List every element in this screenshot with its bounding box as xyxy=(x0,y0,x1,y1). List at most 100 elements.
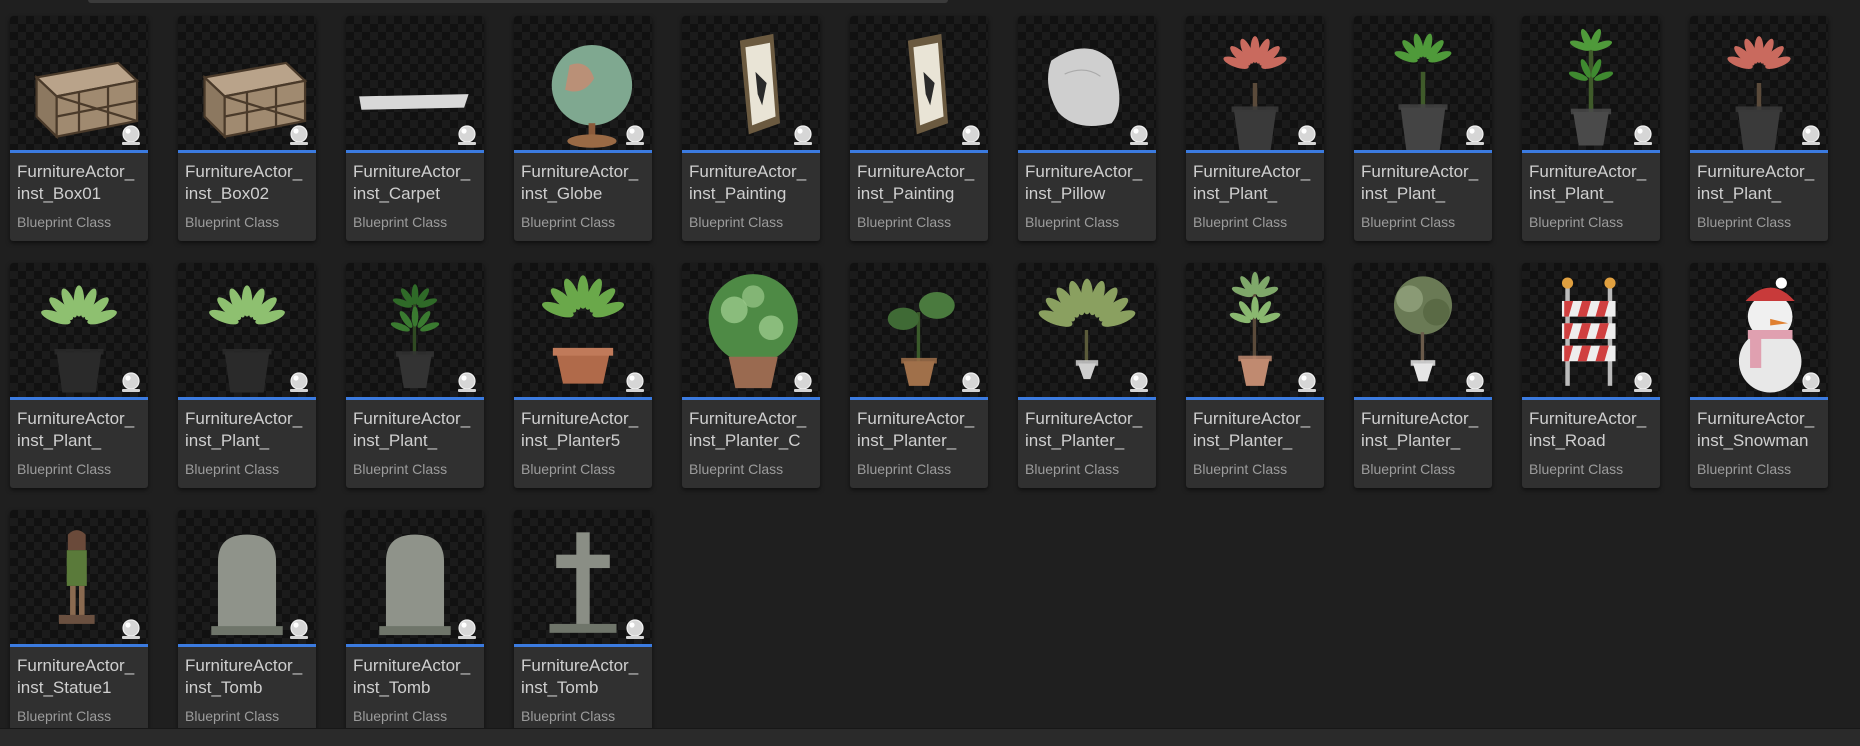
asset-name: FurnitureActor_ inst_Planter_C xyxy=(689,409,807,450)
status-bar xyxy=(0,728,1860,746)
asset-type-label: Blueprint Class xyxy=(1529,214,1624,230)
asset-name: FurnitureActor_ inst_Tomb xyxy=(185,656,303,697)
asset-tile[interactable]: FurnitureActor_ inst_Statue1 Blueprint C… xyxy=(10,510,148,735)
asset-name: FurnitureActor_ inst_Statue1 xyxy=(17,656,135,697)
asset-thumbnail xyxy=(1018,16,1156,150)
asset-type-label: Blueprint Class xyxy=(1025,214,1120,230)
asset-name: FurnitureActor_ inst_Globe xyxy=(521,162,639,203)
asset-thumbnail xyxy=(682,16,820,150)
asset-tile[interactable]: FurnitureActor_ inst_Tomb Blueprint Clas… xyxy=(346,510,484,735)
asset-tile[interactable]: FurnitureActor_ inst_Box01 Blueprint Cla… xyxy=(10,16,148,241)
blueprint-class-icon xyxy=(1298,125,1316,145)
asset-type-label: Blueprint Class xyxy=(857,214,952,230)
asset-thumbnail xyxy=(178,263,316,397)
asset-type-label: Blueprint Class xyxy=(1697,461,1792,477)
asset-name: FurnitureActor_ inst_Plant_ xyxy=(17,409,135,450)
asset-type-label: Blueprint Class xyxy=(185,461,280,477)
asset-thumbnail xyxy=(10,16,148,150)
asset-thumbnail xyxy=(514,263,652,397)
asset-name: FurnitureActor_ inst_Snowman xyxy=(1697,409,1815,450)
asset-tile[interactable]: FurnitureActor_ inst_Tomb Blueprint Clas… xyxy=(178,510,316,735)
asset-type-label: Blueprint Class xyxy=(17,461,112,477)
asset-type-label: Blueprint Class xyxy=(353,461,448,477)
asset-thumbnail xyxy=(1186,263,1324,397)
asset-tile[interactable]: FurnitureActor_ inst_Plant_ Blueprint Cl… xyxy=(178,263,316,488)
blueprint-class-icon xyxy=(122,372,140,392)
asset-name: FurnitureActor_ inst_Planter_ xyxy=(857,409,975,450)
asset-name: FurnitureActor_ inst_Plant_ xyxy=(1361,162,1479,203)
asset-name: FurnitureActor_ inst_Box01 xyxy=(17,162,135,203)
blueprint-class-icon xyxy=(290,619,308,639)
asset-type-label: Blueprint Class xyxy=(1193,214,1288,230)
asset-tile[interactable]: FurnitureActor_ inst_Planter_ Blueprint … xyxy=(1354,263,1492,488)
asset-name: FurnitureActor_ inst_Plant_ xyxy=(1529,162,1647,203)
asset-name: FurnitureActor_ inst_Planter5 xyxy=(521,409,639,450)
blueprint-class-icon xyxy=(122,619,140,639)
asset-tile[interactable]: FurnitureActor_ inst_Snowman Blueprint C… xyxy=(1690,263,1828,488)
asset-type-label: Blueprint Class xyxy=(185,214,280,230)
asset-thumbnail xyxy=(178,510,316,644)
asset-name: FurnitureActor_ inst_Pillow xyxy=(1025,162,1143,203)
asset-tile[interactable]: FurnitureActor_ inst_Plant_ Blueprint Cl… xyxy=(1690,16,1828,241)
blueprint-class-icon xyxy=(962,372,980,392)
asset-name: FurnitureActor_ inst_Tomb xyxy=(353,656,471,697)
asset-tile[interactable]: FurnitureActor_ inst_Painting Blueprint … xyxy=(682,16,820,241)
asset-name: FurnitureActor_ inst_Road xyxy=(1529,409,1647,450)
asset-type-label: Blueprint Class xyxy=(1529,461,1624,477)
asset-tile[interactable]: FurnitureActor_ inst_Globe Blueprint Cla… xyxy=(514,16,652,241)
asset-tile[interactable]: FurnitureActor_ inst_Plant_ Blueprint Cl… xyxy=(1354,16,1492,241)
asset-thumbnail xyxy=(1522,263,1660,397)
blueprint-class-icon xyxy=(122,125,140,145)
asset-tile[interactable]: FurnitureActor_ inst_Plant_ Blueprint Cl… xyxy=(10,263,148,488)
asset-thumbnail xyxy=(1690,263,1828,397)
asset-tile[interactable]: FurnitureActor_ inst_Pillow Blueprint Cl… xyxy=(1018,16,1156,241)
asset-type-label: Blueprint Class xyxy=(521,461,616,477)
blueprint-class-icon xyxy=(626,619,644,639)
asset-tile[interactable]: FurnitureActor_ inst_Planter_ Blueprint … xyxy=(1018,263,1156,488)
asset-type-label: Blueprint Class xyxy=(689,461,784,477)
asset-type-label: Blueprint Class xyxy=(1193,461,1288,477)
asset-thumbnail xyxy=(682,263,820,397)
blueprint-class-icon xyxy=(626,372,644,392)
asset-type-label: Blueprint Class xyxy=(1025,461,1120,477)
asset-tile[interactable]: FurnitureActor_ inst_Plant_ Blueprint Cl… xyxy=(346,263,484,488)
asset-tile[interactable]: FurnitureActor_ inst_Plant_ Blueprint Cl… xyxy=(1522,16,1660,241)
blueprint-class-icon xyxy=(626,125,644,145)
asset-tile[interactable]: FurnitureActor_ inst_Planter_ Blueprint … xyxy=(850,263,988,488)
asset-thumbnail xyxy=(1018,263,1156,397)
asset-type-label: Blueprint Class xyxy=(185,708,280,724)
asset-type-label: Blueprint Class xyxy=(1361,461,1456,477)
asset-thumbnail xyxy=(850,16,988,150)
blueprint-class-icon xyxy=(1802,125,1820,145)
asset-tile[interactable]: FurnitureActor_ inst_Painting Blueprint … xyxy=(850,16,988,241)
asset-thumbnail xyxy=(850,263,988,397)
asset-tile[interactable]: FurnitureActor_ inst_Planter_C Blueprint… xyxy=(682,263,820,488)
blueprint-class-icon xyxy=(1130,372,1148,392)
asset-name: FurnitureActor_ inst_Box02 xyxy=(185,162,303,203)
asset-thumbnail xyxy=(1522,16,1660,150)
asset-name: FurnitureActor_ inst_Carpet xyxy=(353,162,471,203)
asset-name: FurnitureActor_ inst_Plant_ xyxy=(1697,162,1815,203)
blueprint-class-icon xyxy=(290,125,308,145)
asset-name: FurnitureActor_ inst_Painting xyxy=(857,162,975,203)
asset-thumbnail xyxy=(346,263,484,397)
blueprint-class-icon xyxy=(1130,125,1148,145)
blueprint-class-icon xyxy=(290,372,308,392)
asset-type-label: Blueprint Class xyxy=(1361,214,1456,230)
blueprint-class-icon xyxy=(1466,372,1484,392)
asset-tile[interactable]: FurnitureActor_ inst_Planter_ Blueprint … xyxy=(1186,263,1324,488)
blueprint-class-icon xyxy=(458,125,476,145)
blueprint-class-icon xyxy=(1466,125,1484,145)
asset-tile[interactable]: FurnitureActor_ inst_Plant_ Blueprint Cl… xyxy=(1186,16,1324,241)
asset-tile[interactable]: FurnitureActor_ inst_Carpet Blueprint Cl… xyxy=(346,16,484,241)
asset-tile[interactable]: FurnitureActor_ inst_Box02 Blueprint Cla… xyxy=(178,16,316,241)
asset-tile[interactable]: FurnitureActor_ inst_Planter5 Blueprint … xyxy=(514,263,652,488)
asset-name: FurnitureActor_ inst_Planter_ xyxy=(1025,409,1143,450)
asset-name: FurnitureActor_ inst_Plant_ xyxy=(353,409,471,450)
asset-thumbnail xyxy=(1690,16,1828,150)
asset-tile[interactable]: FurnitureActor_ inst_Tomb Blueprint Clas… xyxy=(514,510,652,735)
asset-type-label: Blueprint Class xyxy=(353,214,448,230)
asset-thumbnail xyxy=(1354,16,1492,150)
asset-type-label: Blueprint Class xyxy=(521,214,616,230)
asset-tile[interactable]: FurnitureActor_ inst_Road Blueprint Clas… xyxy=(1522,263,1660,488)
